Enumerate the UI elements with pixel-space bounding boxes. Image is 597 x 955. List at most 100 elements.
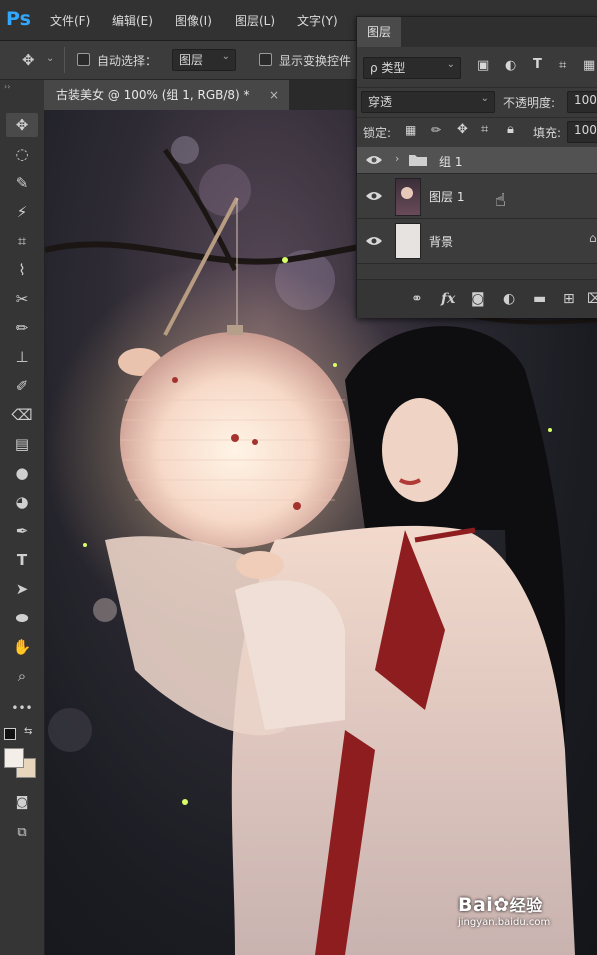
close-tab-icon[interactable]: × bbox=[269, 80, 279, 110]
lock-paint-icon[interactable]: ✏ bbox=[431, 123, 441, 137]
tab-layers[interactable]: 图层 bbox=[357, 17, 401, 47]
lock-icon: ⌂ bbox=[589, 231, 597, 245]
app-logo: Ps bbox=[6, 8, 31, 30]
lasso-tool-icon[interactable]: ✎ bbox=[6, 171, 38, 195]
layer-row-background[interactable]: 背景 ⌂ bbox=[357, 219, 597, 264]
watermark-brand2: 经验 bbox=[509, 896, 543, 915]
ellipse-tool-icon[interactable]: ⬬ bbox=[6, 606, 38, 630]
lock-transparent-icon[interactable]: ▦ bbox=[405, 123, 416, 137]
filter-type-icon[interactable]: T bbox=[533, 57, 542, 72]
filter-smart-icon[interactable]: ▦ bbox=[583, 58, 595, 73]
filter-shape-icon[interactable]: ⌗ bbox=[559, 58, 566, 73]
path-select-icon[interactable]: ➤ bbox=[6, 577, 38, 601]
healing-brush-icon[interactable]: ✂ bbox=[6, 287, 38, 311]
mask-icon[interactable]: ◙ bbox=[471, 291, 485, 307]
layer-name: 图层 1 bbox=[429, 190, 465, 204]
visibility-eye-icon[interactable] bbox=[365, 189, 383, 203]
toolbox: ›› ✥ ◌ ✎ ⚡ ⌗ ⌇ ✂ ✏ ⊥ ✐ ⌫ ▤ ● ◕ ✒ T ➤ ⬬ ✋… bbox=[0, 80, 45, 955]
folder-icon[interactable]: ▬ bbox=[533, 291, 546, 307]
collapse-icon[interactable]: ›› bbox=[4, 82, 10, 91]
layer-filter-row: ρ 类型 ⌄ ▣ ◐ T ⌗ ▦ bbox=[357, 55, 597, 81]
magic-wand-icon[interactable]: ⚡ bbox=[6, 200, 38, 224]
menu-image[interactable]: 图像(I) bbox=[175, 12, 212, 29]
fill-value: 100% bbox=[574, 123, 597, 137]
lock-all-icon[interactable]: 🔒︎ bbox=[507, 122, 514, 137]
blend-mode-value: 穿透 bbox=[368, 95, 393, 109]
menu-edit[interactable]: 编辑(E) bbox=[112, 12, 153, 29]
adjustment-icon[interactable]: ◐ bbox=[503, 291, 515, 307]
layer-kind-filter[interactable]: ρ 类型 ⌄ bbox=[363, 57, 461, 79]
layer-thumbnail bbox=[395, 223, 421, 259]
opacity-input[interactable]: 100% bbox=[567, 91, 597, 113]
foreground-color-swatch[interactable] bbox=[4, 748, 24, 768]
layer-name: 背景 bbox=[429, 235, 454, 249]
show-transform-checkbox[interactable] bbox=[259, 53, 272, 66]
blend-mode-dropdown[interactable]: 穿透 ⌄ bbox=[361, 91, 495, 113]
clone-stamp-icon[interactable]: ⊥ bbox=[6, 345, 38, 369]
auto-select-dropdown[interactable]: 图层 ⌄ bbox=[172, 49, 236, 71]
new-layer-icon[interactable]: ⊞ bbox=[563, 291, 575, 307]
visibility-eye-icon[interactable] bbox=[365, 153, 383, 167]
baidu-watermark: Bai✿经验 jingyan.baidu.com bbox=[458, 892, 550, 928]
trash-icon[interactable]: ⌧ bbox=[587, 291, 597, 307]
chevron-right-icon[interactable]: › bbox=[395, 152, 399, 165]
screen-mode-icon[interactable]: ⧉ bbox=[6, 820, 38, 844]
lock-label: 锁定: bbox=[363, 126, 392, 140]
folder-icon bbox=[409, 155, 427, 166]
menu-layer[interactable]: 图层(L) bbox=[235, 12, 275, 29]
move-tool-icon[interactable]: ✥ bbox=[6, 113, 38, 137]
swap-colors-icon[interactable]: ⇆ bbox=[24, 726, 32, 737]
chevron-down-icon: ⌄ bbox=[221, 51, 230, 62]
marquee-tool-icon[interactable]: ◌ bbox=[6, 142, 38, 166]
menu-file[interactable]: 文件(F) bbox=[50, 12, 90, 29]
eyedropper-icon[interactable]: ⌇ bbox=[6, 258, 38, 282]
quick-mask-icon[interactable]: ◙ bbox=[6, 790, 38, 814]
document-tab[interactable]: 古装美女 @ 100% (组 1, RGB/8) * × bbox=[44, 80, 289, 110]
fill-input[interactable]: 100% bbox=[567, 121, 597, 143]
auto-select-label: 自动选择： bbox=[97, 54, 158, 68]
zoom-tool-icon[interactable]: ⌕ bbox=[6, 664, 38, 688]
crop-tool-icon[interactable]: ⌗ bbox=[6, 229, 38, 253]
hand-tool-icon[interactable]: ✋ bbox=[6, 635, 38, 659]
layer-row-group[interactable]: › 组 1 bbox=[357, 147, 597, 174]
paw-icon: ✿ bbox=[493, 894, 510, 916]
chevron-down-icon: ⌄ bbox=[446, 59, 455, 70]
link-icon[interactable]: ⚭ bbox=[411, 291, 423, 307]
watermark-brand: Bai bbox=[458, 894, 494, 916]
opacity-label: 不透明度: bbox=[503, 96, 556, 110]
layer-thumbnail bbox=[395, 178, 421, 216]
lock-position-icon[interactable]: ✥ bbox=[457, 122, 468, 137]
layer-name: 组 1 bbox=[439, 155, 463, 169]
layers-footer: ⚭ fx ◙ ◐ ▬ ⊞ ⌧ bbox=[357, 279, 597, 318]
filter-adjustment-icon[interactable]: ◐ bbox=[505, 58, 516, 73]
filter-kind-value: ρ 类型 bbox=[370, 61, 406, 75]
blur-tool-icon[interactable]: ● bbox=[6, 461, 38, 485]
show-transform-label: 显示变换控件 bbox=[279, 54, 352, 68]
document-title: 古装美女 @ 100% (组 1, RGB/8) * bbox=[56, 88, 250, 102]
default-colors-icon[interactable] bbox=[4, 728, 16, 740]
fx-icon[interactable]: fx bbox=[441, 291, 455, 307]
dodge-tool-icon[interactable]: ◕ bbox=[6, 490, 38, 514]
menu-type[interactable]: 文字(Y) bbox=[297, 12, 338, 29]
visibility-eye-icon[interactable] bbox=[365, 234, 383, 248]
blend-row: 穿透 ⌄ 不透明度: 100% bbox=[357, 87, 597, 114]
move-tool-icon[interactable]: ✥ bbox=[22, 51, 35, 69]
history-brush-icon[interactable]: ✐ bbox=[6, 374, 38, 398]
type-tool-icon[interactable]: T bbox=[6, 548, 38, 572]
layers-panel: 图层 ρ 类型 ⌄ ▣ ◐ T ⌗ ▦ 穿透 ⌄ 不透明度: 100% 锁定: … bbox=[356, 16, 597, 318]
layer-row-image[interactable]: 图层 1 ☝ bbox=[357, 174, 597, 219]
chevron-down-icon[interactable]: ⌄ bbox=[46, 53, 54, 64]
brush-tool-icon[interactable]: ✏ bbox=[6, 316, 38, 340]
lock-artboard-icon[interactable]: ⌗ bbox=[481, 122, 488, 137]
opacity-value: 100% bbox=[574, 93, 597, 107]
gradient-tool-icon[interactable]: ▤ bbox=[6, 432, 38, 456]
watermark-url: jingyan.baidu.com bbox=[458, 917, 551, 928]
eraser-tool-icon[interactable]: ⌫ bbox=[6, 403, 38, 427]
filter-pixel-icon[interactable]: ▣ bbox=[477, 58, 489, 73]
chevron-down-icon: ⌄ bbox=[480, 93, 489, 104]
cursor-hand-icon: ☝ bbox=[495, 190, 506, 211]
pen-tool-icon[interactable]: ✒ bbox=[6, 519, 38, 543]
auto-select-checkbox[interactable] bbox=[77, 53, 90, 66]
fill-label: 填充: bbox=[533, 126, 562, 140]
more-tools-icon[interactable]: ••• bbox=[6, 696, 38, 720]
